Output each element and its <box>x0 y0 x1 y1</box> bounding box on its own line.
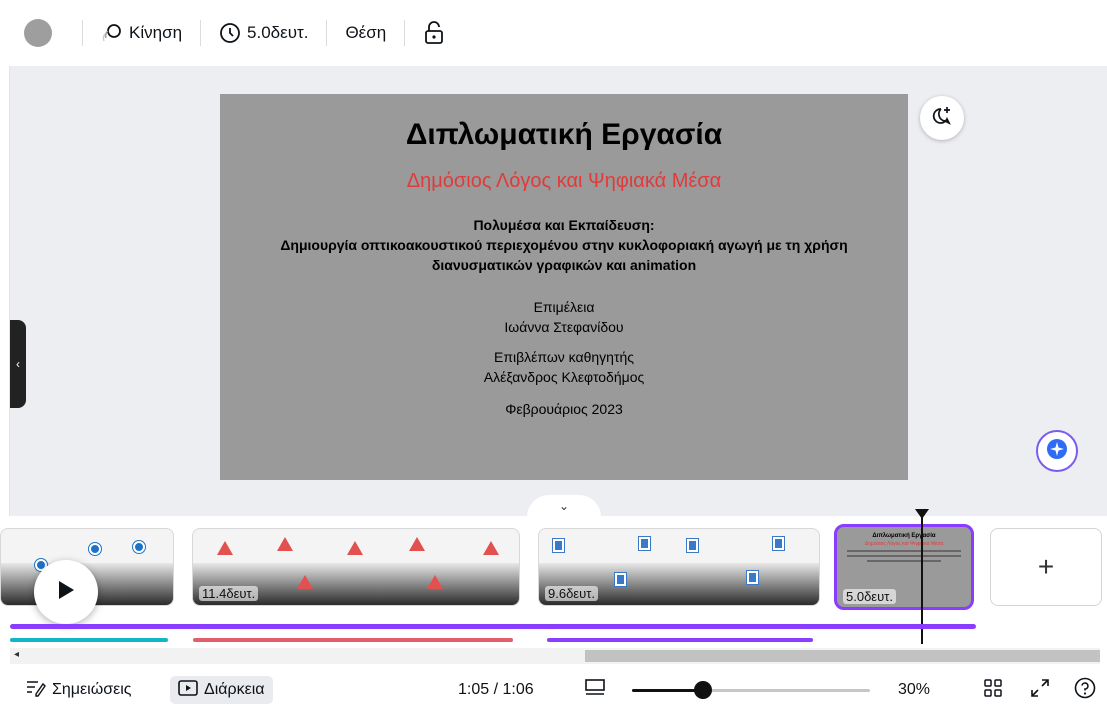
duration-view-label: Διάρκεια <box>204 681 265 698</box>
animate-label: Κίνηση <box>129 23 183 42</box>
unlock-icon <box>423 21 445 45</box>
animate-icon <box>101 22 123 44</box>
slide-date[interactable]: Φεβρουάριος 2023 <box>220 399 908 419</box>
sign-graphic <box>297 575 313 589</box>
editor-root: Κίνηση 5.0δευτ. Θέση Διπλωματική Εργασία… <box>0 0 1107 704</box>
sign-graphic <box>277 537 293 551</box>
topic-line: διανυσματικών γραφικών και animation <box>431 257 697 273</box>
supervisor-name: Αλέξανδρος Κλεφτοδήμος <box>483 369 645 385</box>
sign-graphic <box>133 541 145 553</box>
slide-page[interactable]: Διπλωματική Εργασία Δημόσιος Λόγος και Ψ… <box>220 94 908 480</box>
color-swatch-button[interactable] <box>24 19 52 47</box>
top-toolbar: Κίνηση 5.0δευτ. Θέση <box>0 0 1107 66</box>
mini-slide-subtitle: Δημόσιος Λόγος και Ψηφιακά Μέσα <box>864 541 944 547</box>
time-readout: 1:05 / 1:06 <box>458 681 534 698</box>
slide-topic[interactable]: Πολυμέσα και Εκπαίδευση: Δημιουργία οπτι… <box>220 215 908 275</box>
sparkle-icon <box>1046 438 1068 465</box>
lock-button[interactable] <box>417 16 451 50</box>
sign-graphic <box>747 571 758 584</box>
timeline-clip-2[interactable]: 11.4δευτ. <box>192 528 520 606</box>
editor-block[interactable]: Επιμέλεια Ιωάννα Στεφανίδου <box>220 297 908 337</box>
supervisor-label: Επιβλέπων καθηγητής <box>493 349 635 365</box>
audio-track-2[interactable] <box>193 638 513 642</box>
notes-label: Σημειώσεις <box>52 681 132 698</box>
collapse-timeline-button[interactable]: ⌄ <box>527 495 601 517</box>
clip-duration: 5.0δευτ. <box>843 589 896 604</box>
toolbar-divider <box>82 20 83 46</box>
mini-slide-line <box>847 550 961 552</box>
magic-assistant-button[interactable] <box>1036 430 1078 472</box>
chevron-down-icon: ⌄ <box>558 499 570 513</box>
clock-icon <box>219 22 241 44</box>
sign-graphic <box>89 543 101 555</box>
editor-label: Επιμέλεια <box>533 299 595 315</box>
scroll-left-icon[interactable]: ◂ <box>14 649 19 660</box>
grid-view-button[interactable] <box>984 676 1002 704</box>
play-icon <box>57 580 75 605</box>
topic-line: Δημιουργία οπτικοακουστικού περιεχομένου… <box>280 237 848 253</box>
slide-subtitle[interactable]: Δημόσιος Λόγος και Ψηφιακά Μέσα <box>220 170 908 193</box>
sign-graphic <box>409 537 425 551</box>
audio-track-3[interactable] <box>547 638 813 642</box>
sign-graphic <box>553 539 564 552</box>
help-button[interactable] <box>1074 676 1096 704</box>
animate-button[interactable]: Κίνηση <box>95 16 188 50</box>
clip-duration: 11.4δευτ. <box>199 586 259 601</box>
sign-graphic <box>483 541 499 555</box>
playhead-handle[interactable] <box>915 506 929 519</box>
page-view-icon <box>584 678 606 703</box>
zoom-slider-knob[interactable] <box>694 681 712 699</box>
add-comment-button[interactable] <box>920 96 964 140</box>
toolbar-divider <box>200 20 202 46</box>
sign-graphic <box>773 537 784 550</box>
play-button[interactable] <box>34 560 98 624</box>
zoom-level[interactable]: 30% <box>898 676 930 704</box>
expand-icon <box>1030 678 1050 703</box>
position-button[interactable]: Θέση <box>339 16 392 50</box>
bottom-bar: Σημειώσεις Διάρκεια 1:05 / 1:06 30% <box>0 676 1107 704</box>
topic-line: Πολυμέσα και Εκπαίδευση: <box>473 217 655 233</box>
comment-add-icon <box>931 105 953 132</box>
zoom-slider[interactable] <box>632 681 870 699</box>
notes-button[interactable]: Σημειώσεις <box>26 676 131 704</box>
sign-graphic <box>217 541 233 555</box>
slide-title[interactable]: Διπλωματική Εργασία <box>220 118 908 152</box>
position-label: Θέση <box>345 23 387 42</box>
duration-button[interactable]: 5.0δευτ. <box>213 16 314 50</box>
timeline-clip-3[interactable]: 9.6δευτ. <box>538 528 820 606</box>
mini-slide-line <box>867 560 941 562</box>
sign-graphic <box>639 537 650 550</box>
fullscreen-button[interactable] <box>1030 676 1050 704</box>
zoom-slider-fill <box>632 689 703 692</box>
sign-graphic <box>427 575 443 589</box>
timeline-scrollbar[interactable]: ◂ <box>10 648 1100 664</box>
scrollbar-thumb[interactable] <box>585 650 1100 662</box>
mini-slide-line <box>847 555 961 557</box>
sign-graphic <box>687 539 698 552</box>
plus-icon: + <box>1037 551 1055 582</box>
pages-track-bar <box>10 624 976 629</box>
supervisor-block[interactable]: Επιβλέπων καθηγητής Αλέξανδρος Κλεφτοδήμ… <box>220 347 908 387</box>
left-panel-edge <box>0 66 10 516</box>
grid-icon <box>984 678 1002 702</box>
notes-icon <box>26 679 46 702</box>
duration-label: 5.0δευτ. <box>247 23 309 42</box>
sign-graphic <box>615 573 626 586</box>
play-square-icon <box>178 679 198 701</box>
timeline-clip-4-selected[interactable]: Διπλωματική Εργασία Δημόσιος Λόγος και Ψ… <box>834 524 974 610</box>
clip-duration: 9.6δευτ. <box>545 586 598 601</box>
side-panel-toggle[interactable]: ‹ <box>10 320 26 408</box>
chevron-left-icon: ‹ <box>16 357 20 371</box>
audio-track-1[interactable] <box>10 638 168 642</box>
help-icon <box>1074 677 1096 704</box>
timeline: 11.4δευτ. 9.6δευτ. Διπλωματική Εργασία Δ… <box>0 509 1107 676</box>
mini-slide-title: Διπλωματική Εργασία <box>872 533 936 539</box>
duration-view-button[interactable]: Διάρκεια <box>170 676 273 704</box>
editor-name: Ιωάννα Στεφανίδου <box>504 319 624 335</box>
page-view-button[interactable] <box>584 676 606 704</box>
toolbar-divider <box>404 20 406 46</box>
toolbar-divider <box>326 20 328 46</box>
add-page-button[interactable]: + <box>990 528 1102 606</box>
sign-graphic <box>347 541 363 555</box>
